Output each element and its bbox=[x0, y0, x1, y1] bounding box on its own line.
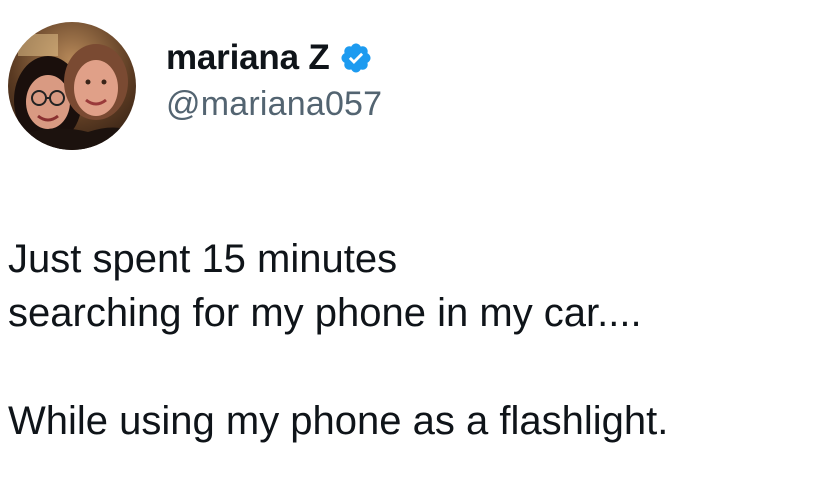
tweet-header: mariana Z @mariana057 bbox=[8, 22, 382, 150]
avatar-photo-icon bbox=[8, 22, 136, 150]
tweet-line-2: searching for my phone in my car.... bbox=[8, 291, 642, 335]
author-identity: mariana Z @mariana057 bbox=[166, 35, 382, 124]
name-row: mariana Z bbox=[166, 35, 382, 81]
display-name[interactable]: mariana Z bbox=[166, 38, 330, 78]
tweet-line-break bbox=[8, 340, 838, 394]
tweet-text: Just spent 15 minutes searching for my p… bbox=[8, 232, 838, 448]
avatar[interactable] bbox=[8, 22, 136, 150]
handle[interactable]: @mariana057 bbox=[166, 85, 382, 124]
tweet-card: mariana Z @mariana057 Just spent 15 minu… bbox=[0, 0, 839, 500]
verified-badge-icon bbox=[339, 41, 373, 75]
tweet-line-3: While using my phone as a flashlight. bbox=[8, 399, 669, 443]
tweet-line-1: Just spent 15 minutes bbox=[8, 237, 398, 281]
